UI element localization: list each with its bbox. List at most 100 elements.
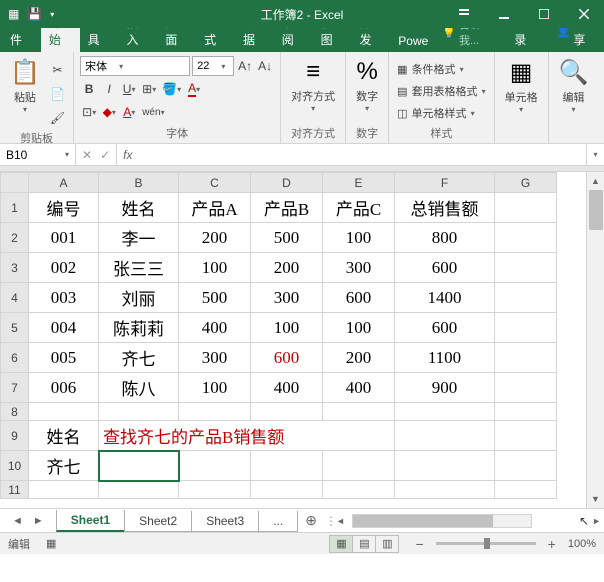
sheet-tab-more[interactable]: ... bbox=[258, 511, 298, 532]
format-painter-icon[interactable]: 🖌 bbox=[48, 108, 67, 128]
cell[interactable]: 900 bbox=[395, 373, 495, 403]
close-icon[interactable] bbox=[564, 0, 604, 28]
zoom-out-icon[interactable]: − bbox=[411, 536, 427, 552]
cell[interactable]: 500 bbox=[179, 283, 251, 313]
qat-dropdown-icon[interactable]: ▾ bbox=[50, 10, 54, 19]
scroll-thumb[interactable] bbox=[589, 190, 603, 230]
vertical-scrollbar[interactable]: ▲ ▼ bbox=[586, 172, 604, 508]
cell[interactable]: 500 bbox=[251, 223, 323, 253]
cell[interactable] bbox=[251, 451, 323, 481]
col-header[interactable]: D bbox=[251, 173, 323, 193]
cell[interactable] bbox=[495, 253, 557, 283]
scroll-thumb[interactable] bbox=[353, 515, 493, 527]
cell[interactable]: 100 bbox=[323, 313, 395, 343]
bold-icon[interactable]: B bbox=[80, 79, 98, 99]
sheet-tab[interactable]: Sheet2 bbox=[124, 511, 192, 532]
cell[interactable]: 李一 bbox=[99, 223, 179, 253]
new-sheet-icon[interactable]: ⊕ bbox=[297, 512, 325, 529]
cell[interactable]: 刘丽 bbox=[99, 283, 179, 313]
row-header[interactable]: 6 bbox=[1, 343, 29, 373]
font-size-select[interactable]: 22▾ bbox=[192, 56, 234, 76]
cell[interactable] bbox=[495, 343, 557, 373]
cell[interactable] bbox=[99, 403, 179, 421]
cell[interactable] bbox=[179, 403, 251, 421]
enter-icon[interactable]: ✓ bbox=[100, 148, 110, 162]
editing-button[interactable]: 🔍 编辑 ▾ bbox=[555, 56, 593, 116]
tab-prev-icon[interactable]: ◄ bbox=[12, 515, 23, 527]
formula-bar[interactable] bbox=[138, 144, 586, 165]
cell[interactable]: 100 bbox=[323, 223, 395, 253]
ribbon-options-icon[interactable] bbox=[444, 0, 484, 28]
cell[interactable]: 100 bbox=[179, 373, 251, 403]
cell[interactable] bbox=[395, 481, 495, 499]
tab-next-icon[interactable]: ► bbox=[33, 515, 44, 527]
cell[interactable]: 300 bbox=[251, 283, 323, 313]
cell[interactable]: 600 bbox=[395, 313, 495, 343]
zoom-in-icon[interactable]: + bbox=[544, 536, 560, 552]
row-header[interactable]: 4 bbox=[1, 283, 29, 313]
cell[interactable] bbox=[495, 421, 557, 451]
cell[interactable]: 产品A bbox=[179, 193, 251, 223]
italic-icon[interactable]: I bbox=[100, 79, 118, 99]
scroll-right-icon[interactable]: ► bbox=[589, 516, 604, 526]
row-header[interactable]: 11 bbox=[1, 481, 29, 499]
cell[interactable] bbox=[29, 481, 99, 499]
cell[interactable]: 齐七 bbox=[29, 451, 99, 481]
cell[interactable] bbox=[251, 403, 323, 421]
cell[interactable]: 1400 bbox=[395, 283, 495, 313]
cell[interactable]: 查找齐七的产品B销售额 bbox=[99, 421, 395, 451]
cell[interactable]: 400 bbox=[323, 373, 395, 403]
format-as-table-button[interactable]: ▤套用表格格式▾ bbox=[395, 82, 487, 100]
col-header[interactable]: A bbox=[29, 173, 99, 193]
cell[interactable] bbox=[495, 451, 557, 481]
cell[interactable]: 200 bbox=[179, 223, 251, 253]
cell[interactable]: 600 bbox=[251, 343, 323, 373]
cell[interactable] bbox=[495, 223, 557, 253]
tab-powerquery[interactable]: Powe bbox=[390, 30, 436, 52]
copy-icon[interactable]: 📄 bbox=[48, 84, 67, 104]
cell[interactable]: 齐七 bbox=[99, 343, 179, 373]
minimize-icon[interactable] bbox=[484, 0, 524, 28]
cell[interactable]: 003 bbox=[29, 283, 99, 313]
row-header[interactable]: 5 bbox=[1, 313, 29, 343]
cell[interactable]: 张三三 bbox=[99, 253, 179, 283]
borders-icon[interactable]: ⊡▾ bbox=[80, 102, 98, 122]
sheet-tab[interactable]: Sheet3 bbox=[191, 511, 259, 532]
cell[interactable] bbox=[395, 403, 495, 421]
zoom-slider[interactable] bbox=[436, 542, 536, 545]
conditional-formatting-button[interactable]: ▦条件格式▾ bbox=[395, 60, 487, 78]
cell[interactable] bbox=[395, 421, 495, 451]
cell[interactable]: 800 bbox=[395, 223, 495, 253]
zoom-thumb[interactable] bbox=[484, 538, 490, 549]
cell-styles-button[interactable]: ◫单元格样式▾ bbox=[395, 104, 487, 122]
font-color-icon[interactable]: A▾ bbox=[185, 79, 203, 99]
cell[interactable]: 200 bbox=[251, 253, 323, 283]
row-header[interactable]: 1 bbox=[1, 193, 29, 223]
row-header[interactable]: 2 bbox=[1, 223, 29, 253]
cell[interactable]: 姓名 bbox=[99, 193, 179, 223]
cell[interactable]: 600 bbox=[323, 283, 395, 313]
maximize-icon[interactable] bbox=[524, 0, 564, 28]
cell[interactable] bbox=[323, 403, 395, 421]
cell[interactable] bbox=[495, 373, 557, 403]
underline-icon[interactable]: U▾ bbox=[120, 79, 138, 99]
fx-icon[interactable]: fx bbox=[117, 144, 138, 165]
scroll-left-icon[interactable]: ◄ bbox=[333, 516, 348, 526]
cell[interactable]: 1100 bbox=[395, 343, 495, 373]
cell[interactable]: 陈莉莉 bbox=[99, 313, 179, 343]
col-header[interactable]: B bbox=[99, 173, 179, 193]
name-box[interactable]: B10▾ bbox=[0, 144, 76, 165]
cell[interactable] bbox=[495, 283, 557, 313]
cell[interactable] bbox=[179, 451, 251, 481]
row-header[interactable]: 10 bbox=[1, 451, 29, 481]
normal-view-icon[interactable]: ▦ bbox=[329, 535, 353, 553]
row-header[interactable]: 9 bbox=[1, 421, 29, 451]
active-cell[interactable] bbox=[99, 451, 179, 481]
fill-color-icon[interactable]: 🪣▾ bbox=[160, 79, 183, 99]
row-header[interactable]: 8 bbox=[1, 403, 29, 421]
grid-table[interactable]: A B C D E F G 1 编号姓名产品A产品B产品C总销售额 2 001李… bbox=[0, 172, 557, 499]
cells-button[interactable]: ▦ 单元格 ▾ bbox=[501, 56, 542, 116]
cell[interactable]: 100 bbox=[179, 253, 251, 283]
cell[interactable]: 400 bbox=[179, 313, 251, 343]
cell[interactable]: 300 bbox=[323, 253, 395, 283]
